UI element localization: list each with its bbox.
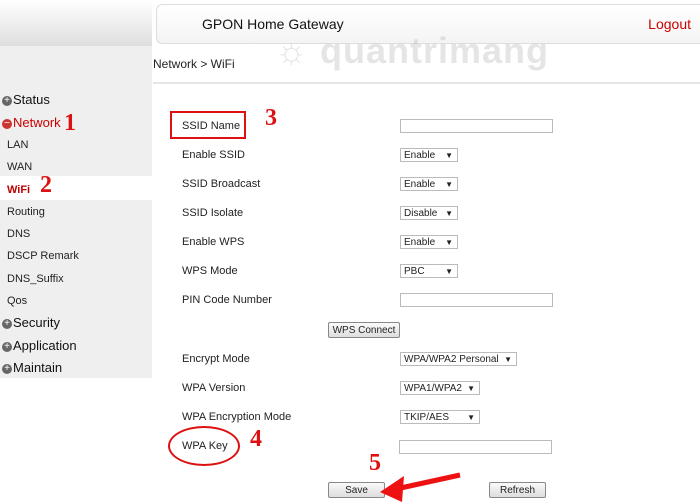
dropdown-arrow-icon: ▼ xyxy=(467,413,475,422)
sidebar-group-label: Maintain xyxy=(13,360,63,375)
select-value: WPA1/WPA2 xyxy=(404,383,462,394)
arrow-annotation-icon xyxy=(380,472,461,502)
enable-wps-label: Enable WPS xyxy=(182,236,245,248)
header-left-bar xyxy=(0,0,152,46)
ssid-name-input[interactable] xyxy=(400,119,553,133)
pin-code-input[interactable] xyxy=(400,293,553,307)
annotation-2: 2 xyxy=(40,172,52,198)
enable-wps-select[interactable]: Enable ▼ xyxy=(400,235,458,249)
dropdown-arrow-icon: ▼ xyxy=(445,209,453,218)
sidebar-group-security[interactable]: + Security xyxy=(2,315,60,330)
dropdown-arrow-icon: ▼ xyxy=(467,384,475,393)
wpa-encryption-mode-select[interactable]: TKIP/AES ▼ xyxy=(400,410,480,424)
ssid-isolate-label: SSID Isolate xyxy=(182,207,244,219)
divider xyxy=(153,82,700,84)
select-value: Enable xyxy=(404,237,436,248)
plus-icon: + xyxy=(2,319,12,329)
dropdown-arrow-icon: ▼ xyxy=(445,238,453,247)
minus-icon: − xyxy=(2,119,12,129)
sidebar-group-application[interactable]: + Application xyxy=(2,338,77,353)
sidebar-item-wifi[interactable]: WiFi xyxy=(7,184,30,196)
wpa-version-select[interactable]: WPA1/WPA2 ▼ xyxy=(400,381,480,395)
plus-icon: + xyxy=(2,96,12,106)
wpa-version-label: WPA Version xyxy=(182,382,246,394)
sidebar-group-maintain[interactable]: + Maintain xyxy=(2,360,62,375)
sidebar-item-qos[interactable]: Qos xyxy=(7,295,27,307)
ssid-broadcast-select[interactable]: Enable ▼ xyxy=(400,177,458,191)
dropdown-arrow-icon: ▼ xyxy=(504,355,512,364)
annotation-3: 3 xyxy=(265,105,277,131)
breadcrumb: Network > WiFi xyxy=(153,57,235,71)
sidebar-item-routing[interactable]: Routing xyxy=(7,206,45,218)
sidebar-group-status[interactable]: + Status xyxy=(2,92,50,107)
select-value: Enable xyxy=(404,179,436,190)
plus-icon: + xyxy=(2,342,12,352)
watermark-logo: ☼ quantrimang xyxy=(275,30,549,71)
dropdown-arrow-icon: ▼ xyxy=(445,151,453,160)
enable-ssid-select[interactable]: Enable ▼ xyxy=(400,148,458,162)
encrypt-mode-label: Encrypt Mode xyxy=(182,353,250,365)
wpa-key-label: WPA Key xyxy=(182,440,228,452)
sidebar-group-label: Network xyxy=(13,115,61,130)
sidebar-group-network[interactable]: − Network xyxy=(2,115,61,130)
sidebar-item-dscp-remark[interactable]: DSCP Remark xyxy=(7,250,79,262)
select-value: WPA/WPA2 Personal xyxy=(404,354,499,365)
wps-connect-button[interactable]: WPS Connect xyxy=(328,322,400,338)
encrypt-mode-select[interactable]: WPA/WPA2 Personal ▼ xyxy=(400,352,517,366)
wpa-key-input[interactable] xyxy=(399,440,552,454)
sidebar-group-label: Security xyxy=(13,315,60,330)
select-value: Enable xyxy=(404,150,436,161)
save-button[interactable]: Save xyxy=(328,482,385,498)
ssid-name-label: SSID Name xyxy=(182,120,241,132)
wps-mode-select[interactable]: PBC ▼ xyxy=(400,264,458,278)
annotation-1: 1 xyxy=(64,110,76,136)
wps-mode-label: WPS Mode xyxy=(182,265,238,277)
pin-code-label: PIN Code Number xyxy=(182,294,272,306)
select-value: TKIP/AES xyxy=(404,412,450,423)
ssid-broadcast-label: SSID Broadcast xyxy=(182,178,261,190)
sidebar-item-dns-suffix[interactable]: DNS_Suffix xyxy=(7,273,64,285)
refresh-button[interactable]: Refresh xyxy=(489,482,546,498)
sidebar-item-wan[interactable]: WAN xyxy=(7,161,32,173)
select-value: Disable xyxy=(404,208,438,219)
ssid-isolate-select[interactable]: Disable ▼ xyxy=(400,206,458,220)
sidebar-item-dns[interactable]: DNS xyxy=(7,228,30,240)
annotation-4: 4 xyxy=(250,426,262,452)
select-value: PBC xyxy=(404,266,425,277)
dropdown-arrow-icon: ▼ xyxy=(445,267,453,276)
sidebar-item-lan[interactable]: LAN xyxy=(7,139,28,151)
wpa-encryption-mode-label: WPA Encryption Mode xyxy=(182,411,292,423)
enable-ssid-label: Enable SSID xyxy=(182,149,245,161)
plus-icon: + xyxy=(2,364,12,374)
sidebar-group-label: Application xyxy=(13,338,77,353)
dropdown-arrow-icon: ▼ xyxy=(445,180,453,189)
logout-link[interactable]: Logout xyxy=(648,16,691,32)
sidebar-group-label: Status xyxy=(13,92,50,107)
